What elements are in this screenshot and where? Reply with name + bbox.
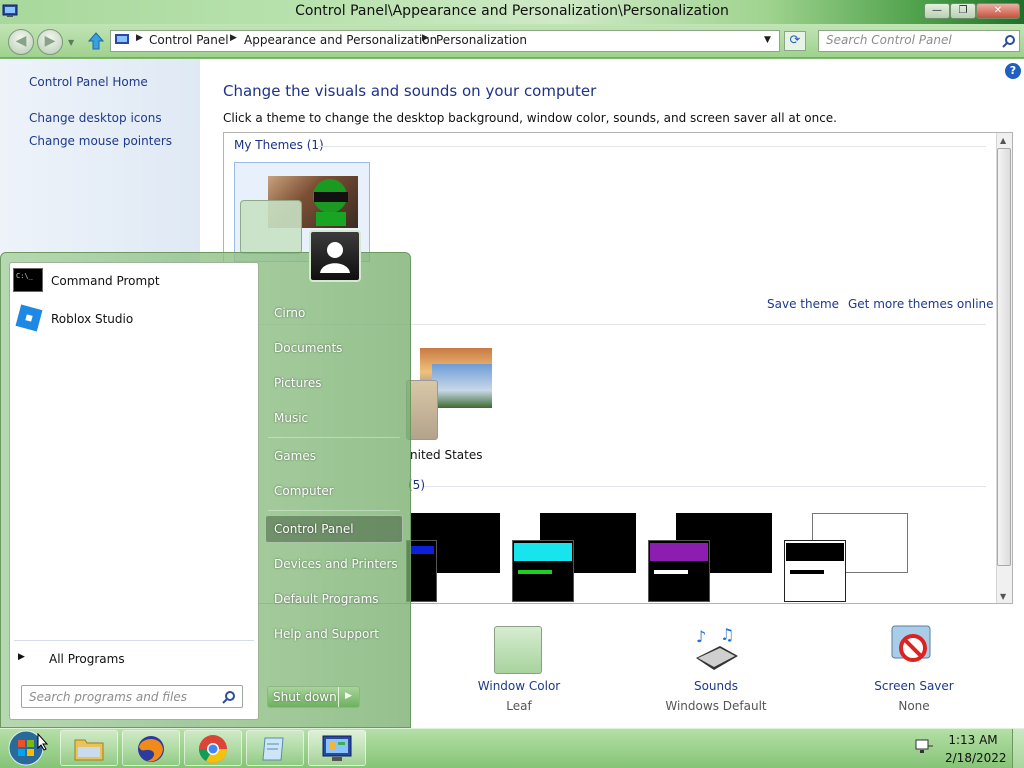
shutdown-divider (338, 687, 339, 707)
start-menu-divider (268, 510, 400, 511)
shutdown-options-arrow-icon[interactable]: ▶ (345, 691, 352, 701)
breadcrumb-arrow-icon[interactable]: ▶ (136, 33, 143, 43)
change-mouse-pointers-link[interactable]: Change mouse pointers (29, 134, 172, 148)
screen-saver-link[interactable]: Screen Saver (864, 679, 964, 693)
user-silhouette-icon (320, 242, 350, 273)
all-programs-button[interactable]: All Programs (49, 652, 125, 666)
start-menu-divider (14, 640, 254, 641)
command-prompt-icon: C:\_ (13, 268, 43, 292)
folder-icon (74, 739, 104, 761)
start-item-help-and-support[interactable]: Help and Support (274, 627, 379, 641)
mouse-cursor-icon (37, 733, 49, 751)
roblox-studio-icon (15, 304, 43, 332)
svg-text:♫: ♫ (720, 625, 734, 644)
clock-time[interactable]: 1:13 AM (945, 733, 1001, 747)
start-item-documents[interactable]: Documents (274, 341, 342, 355)
recent-pages-chevron-icon[interactable]: ▼ (68, 38, 74, 47)
breadcrumb-arrow-icon[interactable]: ▶ (422, 33, 429, 43)
minimize-button[interactable]: — (924, 3, 950, 19)
search-icon[interactable] (1002, 34, 1016, 48)
network-icon[interactable] (914, 738, 934, 756)
theme-color-swatch (650, 543, 708, 561)
scrollbar-thumb[interactable] (997, 148, 1011, 566)
window-title: Control Panel\Appearance and Personaliza… (295, 3, 729, 19)
theme-color-swatch (518, 570, 552, 574)
get-more-themes-link[interactable]: Get more themes online (848, 297, 994, 311)
search-placeholder: Search Control Panel (826, 33, 952, 47)
forward-button[interactable]: ▶ (37, 29, 63, 55)
maximize-button[interactable]: ❐ (950, 3, 976, 19)
scroll-up-icon[interactable]: ▲ (1000, 136, 1006, 145)
page-subtitle: Click a theme to change the desktop back… (223, 111, 837, 125)
sounds-icon[interactable]: ♪ ♫ (690, 622, 742, 674)
chrome-icon (199, 735, 227, 763)
control-panel-home-link[interactable]: Control Panel Home (29, 75, 148, 89)
start-item-music[interactable]: Music (274, 411, 308, 425)
breadcrumb-arrow-icon[interactable]: ▶ (230, 33, 237, 43)
theme-color-swatch (514, 543, 572, 561)
theme-color-swatch (790, 570, 824, 574)
notepad-icon (262, 737, 284, 761)
start-search-placeholder: Search programs and files (29, 690, 187, 704)
screen-saver-icon[interactable] (888, 622, 938, 672)
my-themes-heading: My Themes (1) (234, 138, 324, 152)
help-icon[interactable]: ? (1005, 63, 1021, 79)
sounds-link[interactable]: Sounds (666, 679, 766, 693)
breadcrumb-personalization[interactable]: Personalization (436, 33, 527, 47)
control-panel-icon (115, 34, 129, 44)
section-divider (318, 146, 986, 147)
close-button[interactable]: ✕ (976, 3, 1020, 19)
back-button[interactable]: ◀ (8, 29, 34, 55)
start-item-computer[interactable]: Computer (274, 484, 334, 498)
firefox-icon (138, 736, 164, 762)
start-program-command-prompt[interactable]: Command Prompt (51, 274, 160, 288)
sounds-value: Windows Default (665, 699, 767, 713)
avatar-wallpaper-icon (313, 179, 348, 226)
start-item-cirno[interactable]: Cirno (274, 306, 305, 320)
start-item-control-panel[interactable]: Control Panel (274, 522, 354, 536)
control-panel-icon (322, 735, 352, 761)
search-icon[interactable] (222, 690, 236, 704)
start-item-devices-and-printers[interactable]: Devices and Printers (274, 557, 398, 571)
save-theme-link[interactable]: Save theme (767, 297, 839, 311)
theme-name-label: nited States (410, 448, 483, 462)
user-avatar[interactable] (309, 230, 361, 282)
change-desktop-icons-link[interactable]: Change desktop icons (29, 111, 162, 125)
scroll-down-icon[interactable]: ▼ (1000, 592, 1006, 601)
theme-color-swatch (240, 200, 302, 254)
window-color-swatch-icon[interactable] (494, 626, 542, 674)
start-item-default-programs[interactable]: Default Programs (274, 592, 379, 606)
up-arrow-icon[interactable] (88, 32, 104, 50)
start-menu-programs-pane (9, 262, 259, 720)
address-dropdown-icon[interactable]: ▼ (764, 35, 771, 45)
start-menu-divider (268, 437, 400, 438)
refresh-icon[interactable]: ⟳ (784, 31, 806, 51)
start-program-roblox-studio[interactable]: Roblox Studio (51, 312, 133, 326)
start-item-games[interactable]: Games (274, 449, 316, 463)
shutdown-button[interactable]: Shut down (273, 690, 337, 704)
clock-date[interactable]: 2/18/2022 (945, 751, 1007, 765)
section-divider (424, 486, 986, 487)
breadcrumb-control-panel[interactable]: Control Panel (149, 33, 229, 47)
window-color-link[interactable]: Window Color (470, 679, 568, 693)
svg-text:♪: ♪ (696, 627, 706, 646)
theme-wallpaper-preview (432, 364, 492, 408)
page-heading: Change the visuals and sounds on your co… (223, 82, 597, 100)
start-item-pictures[interactable]: Pictures (274, 376, 322, 390)
theme-color-swatch (786, 543, 844, 561)
show-desktop-button[interactable] (1012, 729, 1024, 768)
screen-saver-value: None (898, 699, 930, 713)
theme-color-swatch (410, 546, 434, 554)
window-color-value: Leaf (506, 699, 532, 713)
theme-color-swatch (654, 570, 688, 574)
breadcrumb-appearance[interactable]: Appearance and Personalization (244, 33, 437, 47)
all-programs-arrow-icon: ▶ (18, 652, 25, 662)
